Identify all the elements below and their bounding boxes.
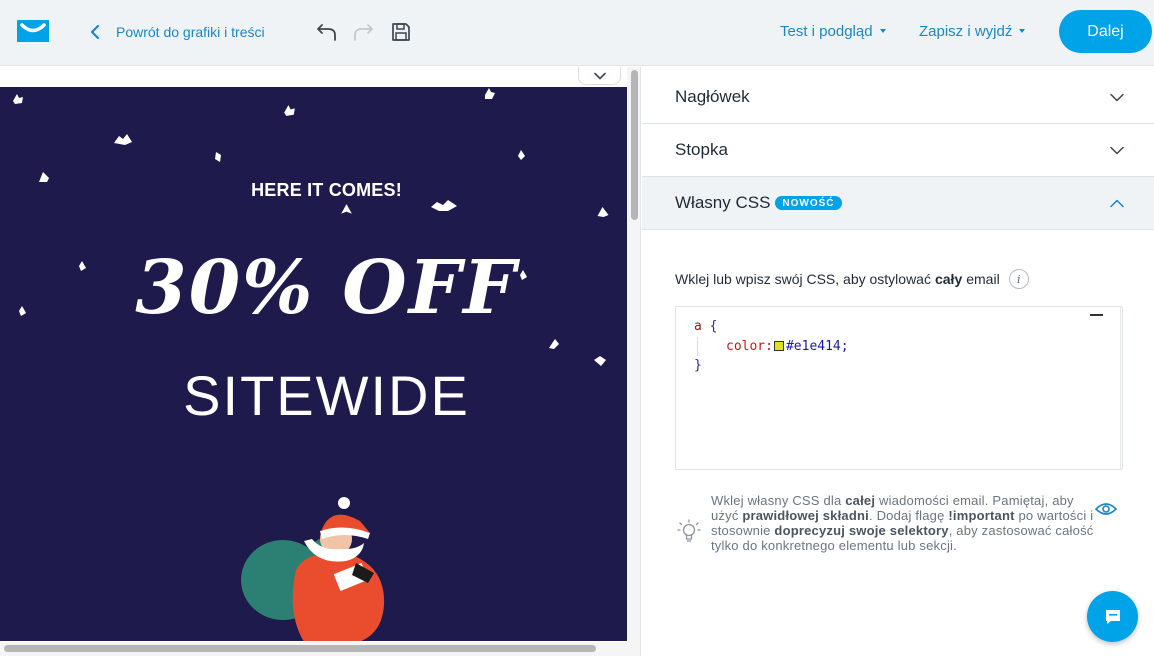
test-preview-label: Test i podgląd <box>780 22 873 40</box>
snowflake-icon <box>549 339 559 349</box>
custom-css-title: Własny CSS <box>675 193 771 212</box>
tip-text-bold: prawidłowej składni <box>742 508 869 523</box>
redo-icon <box>354 24 373 41</box>
email-subheadline[interactable]: SITEWIDE <box>0 363 627 428</box>
save-exit-label: Zapisz i wyjdź <box>919 22 1013 40</box>
caret-down-icon <box>879 29 886 33</box>
css-label-text: Wklej lub wpisz swój CSS, aby ostylować <box>675 271 931 287</box>
section-header[interactable]: Nagłówek <box>642 71 1154 124</box>
chat-button[interactable] <box>1087 591 1138 642</box>
css-label-end: email <box>966 271 1000 287</box>
redo-button[interactable] <box>350 19 376 45</box>
chevron-down-icon <box>1110 146 1124 154</box>
snowflake-icon <box>431 200 457 211</box>
save-icon <box>392 23 410 41</box>
chat-icon <box>1105 609 1120 624</box>
info-icon[interactable]: i <box>1008 269 1029 289</box>
new-badge: NOWOŚĆ <box>775 196 842 210</box>
back-to-content-link[interactable]: Powrót do grafiki i treści <box>90 20 265 44</box>
caret-down-icon <box>1019 29 1026 33</box>
code-property: color: <box>726 338 773 354</box>
preview-horizontal-scroll-thumb[interactable] <box>4 645 596 652</box>
css-label-bold: cały <box>934 271 963 287</box>
email-canvas[interactable]: HERE IT COMES! 30% OFF SITEWIDE <box>0 87 627 641</box>
css-tip: Wklej własny CSS dla całej wiadomości em… <box>675 493 1105 553</box>
css-code-editor[interactable]: a { color: #e1e414; } <box>675 306 1123 470</box>
code-value: #e1e414; <box>785 338 849 354</box>
eye-icon[interactable] <box>1095 501 1117 517</box>
snowflake-icon <box>215 152 221 162</box>
snowflake-icon <box>13 94 23 104</box>
test-preview-menu[interactable]: Test i podgląd <box>780 20 886 42</box>
tip-text-bold: doprecyzuj swoje selektory <box>774 523 949 538</box>
tip-text-part: . Dodaj flagę <box>868 508 949 523</box>
save-button[interactable] <box>388 19 414 45</box>
code-close-brace: } <box>694 358 702 373</box>
tip-text: Wklej własny CSS dla całej wiadomości em… <box>711 493 1105 553</box>
section-title: Nagłówek <box>675 87 750 106</box>
color-swatch[interactable] <box>773 340 784 351</box>
chevron-up-icon <box>1110 199 1124 207</box>
undo-icon <box>317 24 336 41</box>
snowflake-icon <box>518 150 525 160</box>
snowflake-icon <box>485 88 495 99</box>
section-title: Stopka <box>675 140 728 159</box>
css-code[interactable]: a { color: #e1e414; } <box>694 317 849 376</box>
next-button[interactable]: Dalej <box>1059 10 1152 53</box>
snowflake-icon <box>341 204 352 214</box>
tip-text-part: Wklej własny CSS dla <box>711 493 846 508</box>
lightbulb-icon <box>677 519 701 542</box>
chevron-down-icon <box>593 72 606 79</box>
section-footer[interactable]: Stopka <box>642 124 1154 177</box>
logo-icon[interactable] <box>15 18 51 44</box>
tip-text-bold: !important <box>948 508 1015 523</box>
snowflake-icon <box>114 134 132 145</box>
email-kicker[interactable]: HERE IT COMES! <box>0 180 627 201</box>
back-label: Powrót do grafiki i treści <box>116 24 265 40</box>
editor-divider <box>1120 307 1121 469</box>
top-bar: Powrót do grafiki i treści Test i podglą… <box>0 0 1154 66</box>
section-title: Własny CSS NOWOŚĆ <box>675 193 842 213</box>
code-selector: a <box>694 319 702 334</box>
preview-vertical-scroll-thumb[interactable] <box>631 70 638 220</box>
code-open-brace: { <box>709 319 718 334</box>
css-instruction: Wklej lub wpisz swój CSS, aby ostylować … <box>675 269 1029 289</box>
save-exit-menu[interactable]: Zapisz i wyjdź <box>919 20 1026 42</box>
santa-illustration[interactable] <box>236 495 396 641</box>
chevron-left-icon <box>90 25 100 39</box>
settings-panel: Nagłówek Stopka Własny CSS NOWOŚĆ Wklej l… <box>642 67 1154 656</box>
email-preview: HERE IT COMES! 30% OFF SITEWIDE <box>0 67 641 656</box>
chevron-down-icon <box>1110 93 1124 101</box>
preview-collapse-toggle[interactable] <box>578 67 621 85</box>
email-headline[interactable]: 30% OFF <box>0 245 627 331</box>
snowflake-icon <box>597 207 609 217</box>
undo-button[interactable] <box>314 19 340 45</box>
editor-minimize-icon[interactable] <box>1090 314 1103 316</box>
section-custom-css[interactable]: Własny CSS NOWOŚĆ <box>642 177 1154 230</box>
tip-text-bold: całej <box>845 493 876 508</box>
snowflake-icon <box>284 105 295 116</box>
